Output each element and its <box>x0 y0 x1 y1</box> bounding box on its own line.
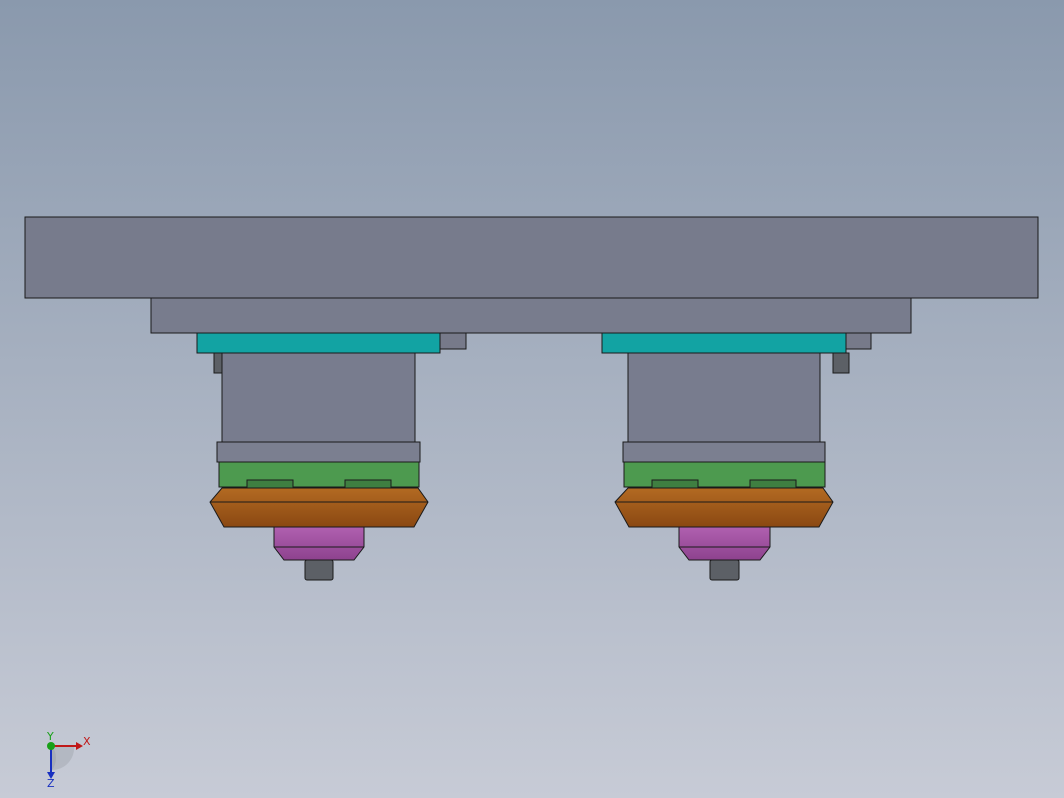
left-orange-cone[interactable] <box>209 487 429 528</box>
coordinate-triad-icon: X Y Z <box>46 730 91 788</box>
y-axis-dot <box>47 742 55 750</box>
right-teal-flange[interactable] <box>601 332 847 354</box>
left-purple-hub[interactable] <box>273 526 365 561</box>
right-motor-body[interactable] <box>627 352 821 444</box>
right-small-block[interactable] <box>845 332 872 350</box>
x-axis-label: X <box>83 735 91 748</box>
left-shaft[interactable] <box>304 559 334 581</box>
base-plate[interactable] <box>24 216 1039 299</box>
x-axis-arrow <box>76 742 83 750</box>
triad-shadow-arc <box>52 746 75 771</box>
model-scene[interactable] <box>0 0 1064 798</box>
right-spindle-assembly[interactable] <box>601 332 872 581</box>
right-orange-cone[interactable] <box>614 487 834 528</box>
left-spindle-assembly[interactable] <box>196 332 467 581</box>
left-green-tab-1 <box>246 479 294 489</box>
right-shaft[interactable] <box>709 559 740 581</box>
z-axis-label: Z <box>47 777 55 788</box>
mounting-plate[interactable] <box>150 297 912 334</box>
right-motor-collar[interactable] <box>622 441 826 463</box>
right-pin[interactable] <box>832 352 850 374</box>
y-axis-label: Y <box>46 730 54 743</box>
left-motor-body[interactable] <box>221 352 416 444</box>
right-purple-hub[interactable] <box>678 526 771 561</box>
cad-viewport[interactable]: X Y Z <box>0 0 1064 798</box>
left-green-tab-2 <box>344 479 392 489</box>
left-small-block[interactable] <box>439 332 467 350</box>
right-green-tab-1 <box>651 479 699 489</box>
left-motor-collar[interactable] <box>216 441 421 463</box>
left-pin[interactable] <box>213 352 223 374</box>
right-green-tab-2 <box>749 479 797 489</box>
left-teal-flange[interactable] <box>196 332 441 354</box>
